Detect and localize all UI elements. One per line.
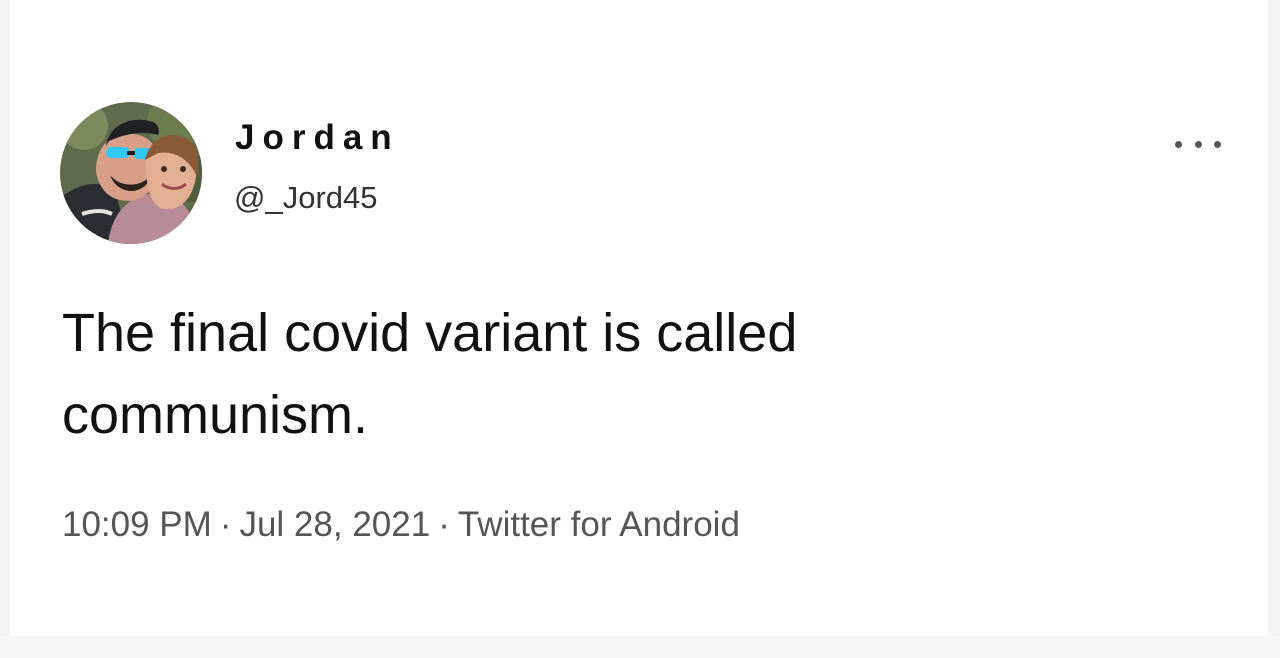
- tweet-date[interactable]: Jul 28, 2021: [239, 505, 430, 544]
- tweet-card: Jordan @_Jord45 The final covid variant …: [10, 0, 1268, 636]
- more-dots-icon: [1194, 140, 1202, 148]
- tweet-text-line-1: The final covid variant is called: [62, 303, 798, 363]
- author-name[interactable]: Jordan: [235, 118, 400, 158]
- metadata-separator: ·: [438, 505, 450, 544]
- more-options-button[interactable]: [1175, 130, 1221, 158]
- more-dots-icon: [1175, 140, 1182, 148]
- tweet-source-link[interactable]: Twitter for Android: [458, 505, 740, 544]
- avatar-image: [60, 102, 202, 244]
- author-handle[interactable]: @_Jord45: [234, 180, 378, 216]
- metadata-separator: ·: [219, 505, 232, 544]
- tweet-text-line-2: communism.: [62, 385, 369, 445]
- tweet-text: The final covid variant is called commun…: [62, 292, 1162, 456]
- right-edge: [1268, 0, 1280, 658]
- bottom-edge: [0, 636, 1280, 658]
- avatar[interactable]: [60, 102, 202, 244]
- tweet-time[interactable]: 10:09 PM: [62, 505, 212, 544]
- left-edge: [0, 0, 10, 658]
- tweet-metadata: 10:09 PM · Jul 28, 2021 · Twitter for Androi…: [62, 505, 740, 545]
- more-dots-icon: [1214, 140, 1221, 148]
- page: Jordan @_Jord45 The final covid variant …: [0, 0, 1280, 658]
